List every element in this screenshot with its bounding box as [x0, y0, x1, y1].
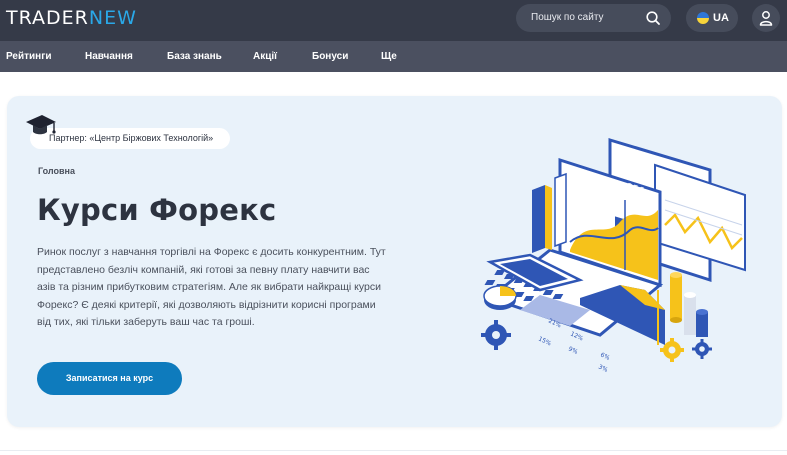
ukraine-flag-icon — [697, 12, 709, 24]
page-title: Курси Форекс — [37, 193, 277, 227]
illustration-label: 15% — [537, 335, 552, 347]
language-switcher[interactable]: UA — [686, 4, 738, 32]
nav-item-ratings[interactable]: Рейтинги — [6, 51, 52, 62]
logo-text-accent: NEW — [88, 7, 137, 29]
enroll-course-button[interactable]: Записатися на курс — [37, 362, 182, 395]
main-nav: Рейтинги Навчання База знань Акції Бонус… — [0, 41, 787, 72]
section-divider — [0, 450, 787, 451]
nav-item-bonuses[interactable]: Бонуси — [312, 51, 348, 62]
top-header: TRADERNEW Пошук по сайту UA — [0, 0, 787, 41]
illustration-label: 6% — [599, 351, 611, 361]
search-box[interactable]: Пошук по сайту — [516, 4, 671, 32]
language-code: UA — [713, 12, 729, 24]
user-account-button[interactable] — [752, 4, 780, 32]
partner-text: Партнер: «Центр Біржових Технологій» — [49, 133, 214, 143]
search-icon[interactable] — [645, 10, 661, 26]
illustration-label: 12% — [569, 330, 584, 342]
illustration-label: 3% — [597, 363, 609, 373]
user-icon — [759, 11, 773, 26]
illustration-label: 9% — [567, 345, 579, 355]
site-logo[interactable]: TRADERNEW — [6, 8, 137, 28]
trading-laptop-illustration: +256 21% 15% 12% 9% 6% 3% — [481, 137, 746, 374]
page-description: Ринок послуг з навчання торгівлі на Форе… — [37, 246, 386, 328]
nav-item-promotions[interactable]: Акції — [253, 51, 277, 62]
breadcrumb-home[interactable]: Головна — [38, 166, 75, 176]
nav-item-more[interactable]: Ще — [381, 51, 397, 62]
nav-item-education[interactable]: Навчання — [85, 51, 133, 62]
logo-text-main: TRADER — [6, 7, 89, 29]
nav-item-knowledge-base[interactable]: База знань — [167, 51, 222, 62]
partner-badge: Партнер: «Центр Біржових Технологій» — [30, 128, 230, 149]
graduation-cap-icon — [26, 115, 56, 135]
search-placeholder[interactable]: Пошук по сайту — [531, 12, 604, 23]
